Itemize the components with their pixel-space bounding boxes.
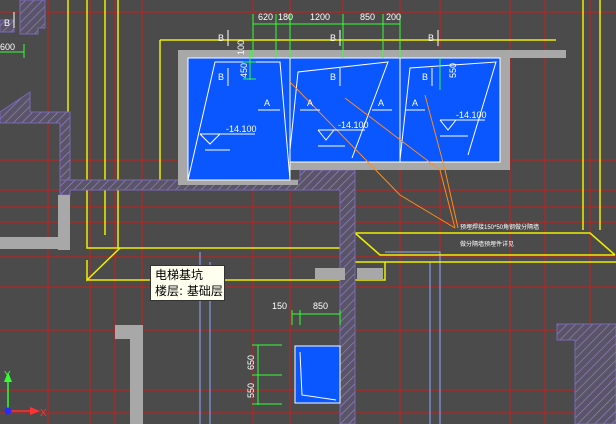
elevation-mark-a: A: [378, 98, 384, 108]
level-value: -14.100: [338, 120, 369, 130]
level-value: -14.100: [226, 124, 257, 134]
annotation-note: 预埋焊接150*50角钢做分隔墙 做分隔墙预埋件详见: [460, 223, 539, 248]
dim-850-lower: 850: [313, 301, 328, 311]
dim-180: 180: [278, 12, 293, 22]
level-value: -14.100: [456, 110, 487, 120]
dimension-texts-top: 620 180 1200 850 200: [258, 12, 401, 22]
annotation-line-2: 做分隔墙预埋件详见: [460, 240, 514, 248]
dim-v-550-lower: 550: [246, 383, 256, 398]
section-mark-b: B: [422, 72, 428, 82]
ucs-x-label: X: [40, 408, 47, 419]
cad-drawing-canvas[interactable]: 620 180 1200 850 200 150 850 450 100 550…: [0, 0, 616, 424]
dim-620: 620: [258, 12, 273, 22]
dim-v-650: 650: [246, 355, 256, 370]
section-mark-b: B: [218, 33, 224, 43]
tooltip-object-name: 电梯基坑: [155, 268, 204, 282]
dim-150: 150: [272, 301, 287, 311]
dim-850: 850: [360, 12, 375, 22]
dim-v-100: 100: [236, 40, 246, 55]
dim-1200: 1200: [310, 12, 330, 22]
cad-viewport[interactable]: 620 180 1200 850 200 150 850 450 100 550…: [0, 0, 616, 424]
dim-v-450: 450: [239, 63, 249, 78]
dim-600-partial: 600: [0, 42, 15, 52]
annotation-line-1: 预埋焊接150*50角钢做分隔墙: [460, 223, 539, 231]
dim-200: 200: [386, 12, 401, 22]
section-mark-b: B: [330, 72, 336, 82]
section-mark-b: B: [428, 33, 434, 43]
object-tooltip: 电梯基坑 楼层: 基础层: [150, 265, 225, 301]
tooltip-floor: 楼层: 基础层: [155, 284, 223, 298]
elevation-mark-a: A: [307, 98, 313, 108]
section-mark-b: B: [4, 18, 10, 28]
ucs-axis-icon: Y X: [4, 370, 47, 419]
elevation-mark-a: A: [264, 98, 270, 108]
dimension-texts-mid: 150 850: [272, 301, 328, 311]
section-mark-b: B: [218, 72, 224, 82]
section-mark-b: B: [330, 33, 336, 43]
ucs-y-label: Y: [4, 370, 11, 381]
dim-v-550: 550: [448, 63, 458, 78]
elevation-mark-a: A: [412, 98, 418, 108]
